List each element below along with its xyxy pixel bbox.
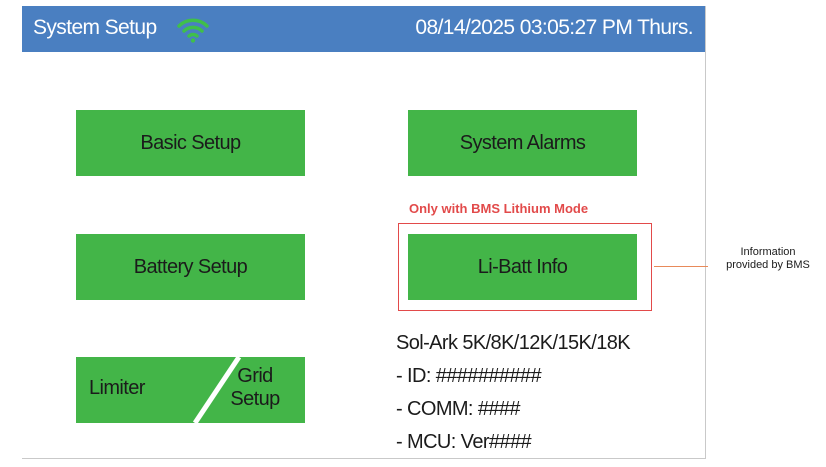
datetime-display: 08/14/2025 03:05:27 PM Thurs. <box>415 16 693 39</box>
grid-setup-line2: Setup <box>230 388 280 410</box>
bms-annotation: Information provided by BMS <box>712 246 824 272</box>
device-id-text: - ID: ########## <box>396 365 542 387</box>
annotation-line2: provided by BMS <box>726 259 810 271</box>
basic-setup-button[interactable]: Basic Setup <box>76 110 305 176</box>
system-alarms-button[interactable]: System Alarms <box>408 110 637 176</box>
header-bar: System Setup 08/14/2025 03:05:27 PM Thur… <box>22 6 705 52</box>
grid-setup-label: Grid Setup <box>215 365 295 411</box>
limiter-grid-setup-button[interactable]: Limiter Grid Setup <box>76 357 305 423</box>
model-text: Sol-Ark 5K/8K/12K/15K/18K <box>396 332 631 354</box>
page-title: System Setup <box>33 16 157 39</box>
annotation-connector-line <box>654 266 708 267</box>
mcu-version-text: - MCU: Ver#### <box>396 431 532 453</box>
limiter-label: Limiter <box>89 377 145 399</box>
bms-mode-note: Only with BMS Lithium Mode <box>409 201 589 216</box>
li-batt-info-button[interactable]: Li-Batt Info <box>408 234 637 300</box>
comm-version-text: - COMM: #### <box>396 398 521 420</box>
annotation-line1: Information <box>740 246 796 258</box>
system-setup-screen: System Setup 08/14/2025 03:05:27 PM Thur… <box>22 6 706 459</box>
battery-setup-button[interactable]: Battery Setup <box>76 234 305 300</box>
wifi-icon <box>177 18 209 43</box>
grid-setup-line1: Grid <box>237 365 273 387</box>
